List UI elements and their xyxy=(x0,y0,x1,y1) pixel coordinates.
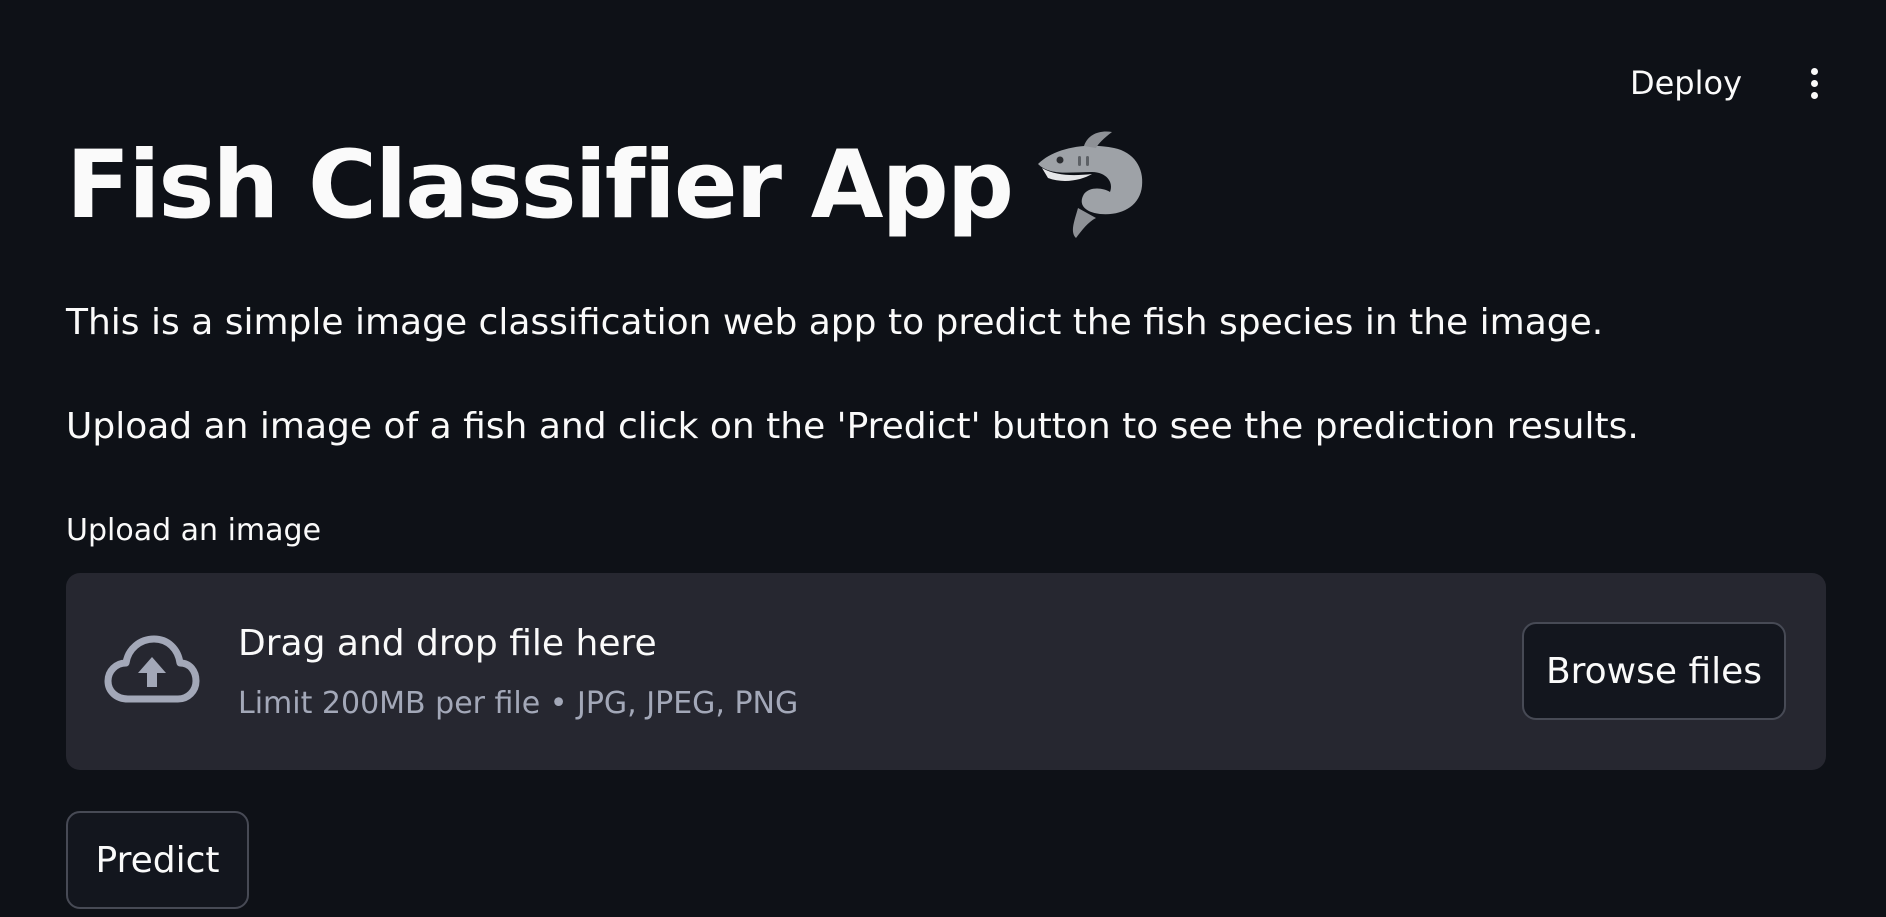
page-title: Fish Classifier App xyxy=(66,131,1014,241)
menu-dot xyxy=(1810,67,1818,75)
uploader-label: Upload an image xyxy=(66,513,322,548)
deploy-button[interactable]: Deploy xyxy=(1620,58,1752,108)
instructions-text: Upload an image of a fish and click on t… xyxy=(66,406,1639,447)
cloud-upload-icon xyxy=(104,635,200,703)
kebab-menu-icon[interactable] xyxy=(1802,61,1826,105)
predict-button[interactable]: Predict xyxy=(66,811,249,909)
dropzone-title: Drag and drop file here xyxy=(238,623,657,664)
top-toolbar: Deploy xyxy=(1620,58,1826,108)
browse-files-button[interactable]: Browse files xyxy=(1522,622,1786,720)
menu-dot xyxy=(1810,91,1818,99)
menu-dot xyxy=(1810,79,1818,87)
app-root: Deploy Fish Classifier App This is a sim… xyxy=(0,0,1886,917)
dropzone-limits: Limit 200MB per file • JPG, JPEG, PNG xyxy=(238,686,799,721)
file-dropzone[interactable]: Drag and drop file here Limit 200MB per … xyxy=(66,573,1826,770)
shark-icon xyxy=(1038,131,1143,238)
page-title-row: Fish Classifier App xyxy=(66,130,1146,242)
description-text: This is a simple image classification we… xyxy=(66,302,1604,343)
